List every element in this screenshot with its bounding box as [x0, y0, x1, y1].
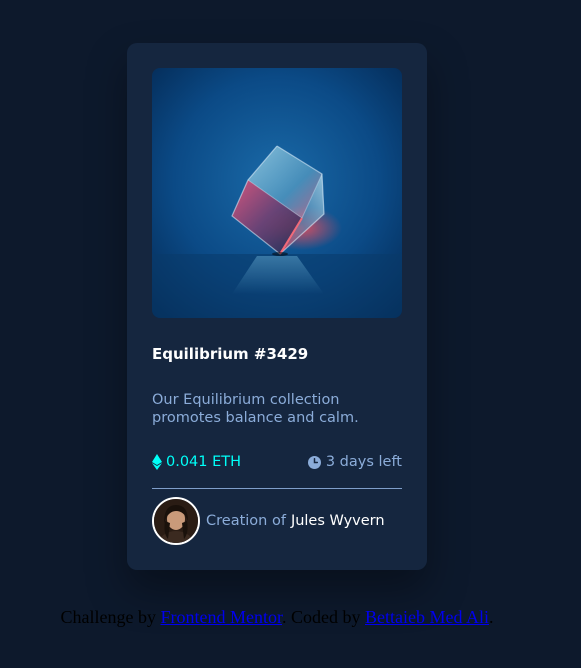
- creator-name-link[interactable]: Jules Wyvern: [291, 513, 385, 529]
- avatar: [152, 497, 200, 545]
- ethereum-icon: [152, 454, 162, 470]
- nft-description: Our Equilibrium collection promotes bala…: [152, 392, 359, 426]
- crystal-cube-image: [152, 68, 402, 318]
- attribution-suffix: .: [488, 607, 494, 627]
- attribution: Challenge by Frontend Mentor. Coded by B…: [0, 607, 554, 628]
- frontend-mentor-link[interactable]: Frontend Mentor: [161, 607, 283, 627]
- author-link[interactable]: Bettaieb Med Ali: [365, 607, 489, 627]
- time-left-value: 3 days left: [325, 454, 402, 470]
- nft-image[interactable]: [152, 68, 402, 318]
- nft-card: Equilibrium #3429 Our Equilibrium collec…: [127, 43, 427, 570]
- time-left: 3 days left: [307, 454, 402, 470]
- clock-icon: [307, 455, 321, 469]
- creator-info: Creation of Jules Wyvern: [152, 497, 385, 545]
- attribution-prefix: Challenge by: [60, 607, 161, 627]
- nft-title[interactable]: Equilibrium #3429: [152, 345, 308, 363]
- divider: [152, 488, 402, 489]
- price-value: 0.041 ETH: [166, 454, 242, 470]
- attribution-middle: . Coded by: [282, 607, 365, 627]
- creator-prefix: Creation of: [206, 513, 286, 529]
- price: 0.041 ETH: [152, 454, 241, 470]
